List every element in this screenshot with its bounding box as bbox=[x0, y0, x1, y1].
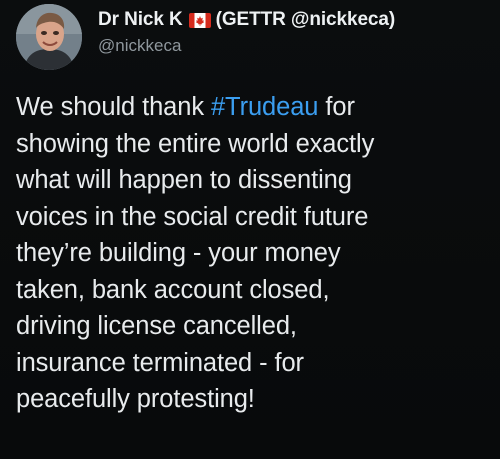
tweet-line: insurance terminated - for bbox=[16, 348, 304, 377]
tweet-line: driving license cancelled, bbox=[16, 312, 297, 340]
display-name[interactable]: Dr Nick K bbox=[98, 9, 183, 31]
tweet-line: what will happen to dissenting bbox=[16, 166, 352, 194]
canada-flag-icon bbox=[188, 12, 211, 28]
display-name-suffix[interactable]: (GETTR @nickkeca) bbox=[216, 9, 396, 31]
tweet-header: Dr Nick K (GETTR @nickkeca) @nickkeca bbox=[16, 2, 484, 80]
tweet-text-segment: for bbox=[318, 93, 355, 121]
tweet-line: taken, bank account closed, bbox=[16, 275, 330, 304]
avatar[interactable] bbox=[16, 4, 82, 70]
user-identity: Dr Nick K (GETTR @nickkeca) @nickkeca bbox=[98, 8, 395, 56]
tweet-line: voices in the social credit future bbox=[16, 202, 369, 231]
tweet-line: peacefully protesting! bbox=[16, 385, 255, 413]
user-handle[interactable]: @nickkeca bbox=[98, 36, 395, 56]
hashtag-link[interactable]: #Trudeau bbox=[211, 93, 319, 121]
tweet-line: We should thank #Trudeau for bbox=[16, 89, 484, 126]
tweet-line: showing the entire world exactly bbox=[16, 129, 375, 158]
avatar-image bbox=[16, 4, 82, 70]
tweet-line: they’re building - your money bbox=[16, 239, 341, 267]
tweet-card: Dr Nick K (GETTR @nickkeca) @nickkeca We… bbox=[0, 0, 500, 459]
tweet-text: We should thank #Trudeau for showing the… bbox=[16, 89, 484, 418]
name-row: Dr Nick K (GETTR @nickkeca) bbox=[98, 8, 395, 32]
tweet-text-segment: We should thank bbox=[16, 93, 211, 121]
